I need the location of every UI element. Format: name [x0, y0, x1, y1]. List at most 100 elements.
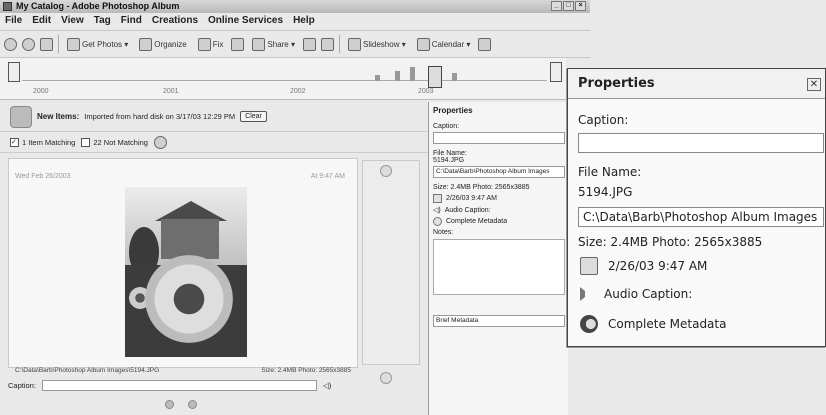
zoom-metadata-label: Complete Metadata [608, 317, 727, 331]
print-preview-icon[interactable] [303, 37, 316, 51]
print-icon[interactable] [321, 37, 334, 51]
notes-field[interactable] [433, 239, 565, 295]
timeline-thumb[interactable] [428, 66, 442, 88]
menu-help[interactable]: Help [293, 14, 315, 28]
matching-checkbox[interactable]: ✓ [10, 138, 19, 147]
matching-toggle[interactable]: ✓ 1 Item Matching [10, 138, 75, 147]
window-controls: _ □ × [551, 1, 586, 11]
forward-icon[interactable] [22, 37, 35, 51]
timeline-track [22, 80, 547, 81]
not-matching-toggle[interactable]: 22 Not Matching [81, 138, 148, 147]
get-photos-button[interactable]: Get Photos ▾ [64, 34, 131, 54]
stack-icon[interactable] [380, 372, 392, 384]
zoom-date-value: 2/26/03 9:47 AM [608, 259, 708, 273]
photo-time: At 9:47 AM [310, 173, 345, 180]
zoom-metadata-row[interactable]: Complete Metadata [580, 315, 726, 333]
home-icon[interactable] [40, 37, 53, 51]
audio-row[interactable]: ◁) Audio Caption: [433, 206, 564, 215]
navigation-buttons [165, 400, 197, 409]
minimize-button[interactable]: _ [551, 1, 562, 11]
metadata-row[interactable]: Complete Metadata [433, 217, 564, 226]
path-field[interactable]: C:\Data\Barb\Photoshop Album Images [433, 166, 565, 178]
stack-icon[interactable] [380, 165, 392, 177]
next-icon[interactable] [188, 400, 197, 409]
share-label: Share ▾ [267, 39, 295, 49]
timeline-bar [452, 73, 457, 81]
title-bar: My Catalog - Adobe Photoshop Album _ □ × [0, 0, 590, 13]
menu-online-services[interactable]: Online Services [208, 14, 283, 28]
caption-label: Caption: [8, 380, 36, 390]
timeline-year: 2002 [290, 88, 306, 95]
zoom-path-field[interactable]: C:\Data\Barb\Photoshop Album Images [578, 207, 824, 227]
menu-creations[interactable]: Creations [152, 14, 198, 28]
menu-file[interactable]: File [5, 14, 22, 28]
caption-bar: Caption: ◁) [8, 378, 358, 392]
speaker-icon[interactable]: ◁) [323, 381, 331, 390]
close-button[interactable]: × [575, 1, 586, 11]
speaker-icon: ◁) [433, 207, 441, 214]
clear-button[interactable]: Clear [240, 111, 267, 122]
zoom-audio-row[interactable]: Audio Caption: [580, 287, 692, 301]
photo-barn [161, 219, 219, 259]
close-icon[interactable]: ✕ [807, 78, 821, 91]
caption-label: Caption: [433, 123, 460, 130]
zoom-date-row[interactable]: 2/26/03 9:47 AM [580, 257, 707, 275]
properties-title: Properties [433, 106, 473, 115]
slideshow-button[interactable]: Slideshow ▾ [345, 34, 409, 54]
matching-label: 1 Item Matching [22, 138, 76, 147]
rotate-icon[interactable] [231, 37, 245, 51]
zoom-audio-label: Audio Caption: [604, 287, 693, 301]
organize-button[interactable]: Organize [136, 34, 189, 54]
app-window: My Catalog - Adobe Photoshop Album _ □ ×… [0, 0, 826, 415]
toolbar-divider [339, 35, 340, 53]
zoom-caption-label: Caption: [578, 113, 629, 127]
metadata-label: Complete Metadata [446, 218, 508, 225]
toolbar: Get Photos ▾ Organize Fix Share ▾ Slides… [0, 30, 590, 58]
photo-card[interactable]: Wed Feb 26/2003 At 9:47 AM C:\Data\Barb\… [8, 158, 358, 374]
secondary-column [362, 160, 420, 365]
menu-find[interactable]: Find [121, 14, 142, 28]
timeline-bar [395, 71, 400, 81]
timeline-end-handle[interactable] [550, 62, 562, 82]
metadata-dropdown[interactable]: Brief Metadata [433, 315, 565, 327]
info-icon [433, 217, 442, 226]
timeline-start-handle[interactable] [8, 62, 20, 82]
matching-bar: ✓ 1 Item Matching 22 Not Matching [0, 133, 428, 153]
date-row[interactable]: 2/26/03 9:47 AM [433, 194, 564, 203]
timeline-year: 2003 [418, 88, 434, 95]
photo-size: Size: 2.4MB Photo: 2565x3885 [261, 367, 351, 374]
photo-barn-roof [155, 201, 227, 221]
properties-panel: Properties Caption: File Name: 5194.JPG … [428, 102, 568, 415]
fix-label: Fix [212, 39, 224, 49]
back-icon[interactable] [4, 37, 17, 51]
toolbar-divider [58, 35, 59, 53]
caption-input[interactable] [41, 379, 317, 391]
menu-edit[interactable]: Edit [32, 14, 51, 28]
caption-field[interactable] [433, 132, 565, 144]
new-items-text: Imported from hard disk on 3/17/03 12:29… [84, 112, 236, 121]
properties-zoom-callout: Properties ✕ Caption: File Name: 5194.JP… [567, 68, 826, 347]
calendar-label: Calendar ▾ [431, 39, 471, 49]
maximize-button[interactable]: □ [563, 1, 574, 11]
help-icon[interactable] [153, 136, 167, 149]
timeline[interactable]: 2000 2001 2002 2003 [0, 58, 566, 100]
photo-thumbnail[interactable] [125, 187, 247, 357]
menu-tag[interactable]: Tag [94, 14, 111, 28]
zoom-size-info: Size: 2.4MB Photo: 2565x3885 [578, 235, 763, 249]
view-icon[interactable] [478, 37, 492, 51]
filename-label: File Name: [433, 150, 467, 157]
date-value: 2/26/03 9:47 AM [446, 195, 497, 202]
menu-view[interactable]: View [61, 14, 84, 28]
photo-date: Wed Feb 26/2003 [15, 173, 71, 180]
calendar-button[interactable]: Calendar ▾ [414, 34, 474, 54]
not-matching-checkbox[interactable] [81, 138, 91, 147]
fix-button[interactable]: Fix [195, 34, 227, 54]
zoom-caption-field[interactable] [578, 133, 824, 153]
fix-icon [197, 37, 211, 51]
get-photos-label: Get Photos ▾ [82, 39, 129, 49]
notes-label: Notes: [433, 229, 454, 236]
previous-icon[interactable] [165, 400, 174, 409]
photo-sunflower [145, 255, 233, 343]
share-button[interactable]: Share ▾ [249, 34, 298, 54]
timeline-year: 2001 [163, 88, 179, 95]
